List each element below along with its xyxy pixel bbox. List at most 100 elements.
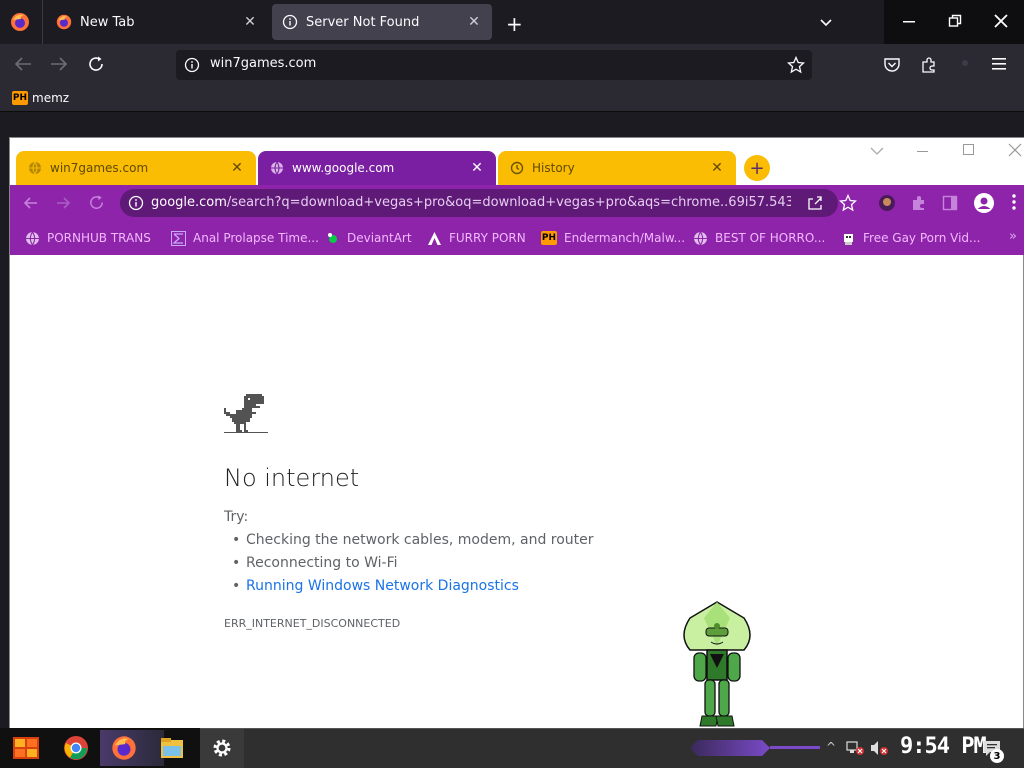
- firefox-tab-server-not-found[interactable]: Server Not Found ✕: [272, 4, 492, 40]
- extensions-puzzle-icon[interactable]: [920, 56, 938, 74]
- error-try-label: Try:: [224, 509, 249, 525]
- globe-icon: [270, 161, 284, 175]
- chrome-tab-win7games[interactable]: win7games.com ✕: [16, 151, 256, 185]
- taskbar-decoration-line: [770, 746, 820, 749]
- bookmark-label: DeviantArt: [347, 231, 412, 245]
- close-tab-icon[interactable]: ✕: [242, 14, 258, 30]
- network-disconnected-icon[interactable]: [846, 740, 864, 756]
- dino-icon[interactable]: [224, 392, 268, 436]
- taskbar-clock[interactable]: 9:54 PM: [900, 734, 987, 759]
- firefox-logo-icon: [56, 14, 72, 30]
- ph-badge: PH: [12, 91, 28, 105]
- url-host: google.com: [151, 195, 227, 210]
- globe-icon: [24, 230, 40, 246]
- profile-avatar-icon[interactable]: [973, 192, 995, 214]
- taskbar-settings-gear-icon[interactable]: [204, 732, 240, 764]
- bookmark-free-gay[interactable]: Free Gay Porn Vid...: [840, 229, 980, 247]
- account-avatar-icon[interactable]: [956, 57, 974, 73]
- sigma-icon: [170, 230, 186, 246]
- site-info-icon[interactable]: [128, 195, 144, 211]
- bot-icon: [840, 230, 856, 246]
- bookmarks-overflow-chevron-icon[interactable]: »: [1009, 229, 1017, 244]
- firefox-menu-icon[interactable]: [10, 12, 30, 32]
- list-all-tabs-chevron-icon[interactable]: [818, 14, 834, 30]
- tray-overflow-chevron-icon[interactable]: ^: [826, 740, 836, 754]
- close-tab-icon[interactable]: ✕: [470, 160, 484, 176]
- bookmark-endermanch[interactable]: PH Endermanch/Malw...: [541, 229, 685, 247]
- forward-arrow-icon[interactable]: [50, 56, 68, 72]
- new-tab-plus-icon[interactable]: +: [506, 12, 523, 36]
- chrome-new-tab-button[interactable]: +: [744, 155, 770, 181]
- chrome-reload-icon[interactable]: [88, 194, 105, 211]
- firefox-bookmarks-toolbar: [0, 86, 1024, 112]
- firefox-bookmark-memz[interactable]: PH memz: [12, 91, 69, 105]
- chrome-back-icon[interactable]: [22, 195, 38, 211]
- error-suggestion: Checking the network cables, modem, and …: [232, 532, 594, 548]
- chrome-minimize-icon[interactable]: [916, 146, 930, 156]
- deviantart-icon: [324, 230, 340, 246]
- tab-label: Server Not Found: [306, 14, 420, 30]
- bookmark-label: FURRY PORN: [449, 231, 526, 245]
- extensions-puzzle-icon[interactable]: [910, 194, 928, 212]
- pocket-icon[interactable]: [883, 56, 901, 74]
- firefox-url-text[interactable]: win7games.com: [210, 56, 316, 71]
- bookmark-anal-prolapse[interactable]: Anal Prolapse Time...: [170, 229, 319, 247]
- tab-label: New Tab: [80, 14, 135, 30]
- bookmark-best-of-horror[interactable]: BEST OF HORRO...: [692, 229, 825, 247]
- globe-icon: [692, 230, 708, 246]
- restore-icon[interactable]: [948, 14, 962, 28]
- triangle-logo-icon: [426, 230, 442, 246]
- firefox-tab-new-tab[interactable]: New Tab ✕: [46, 4, 268, 40]
- info-icon: [282, 14, 298, 30]
- globe-icon: [28, 161, 42, 175]
- bookmark-pornhub-trans[interactable]: PORNHUB TRANS: [24, 229, 151, 247]
- volume-muted-icon[interactable]: [870, 740, 888, 756]
- chrome-forward-icon[interactable]: [56, 195, 72, 211]
- tab-separator: [42, 0, 43, 44]
- minimize-icon[interactable]: [902, 14, 916, 28]
- close-window-icon[interactable]: [994, 14, 1008, 28]
- taskbar-chrome-icon[interactable]: [58, 732, 94, 764]
- bookmark-label: memz: [32, 91, 70, 105]
- taskbar-decoration: [690, 740, 770, 756]
- reload-icon[interactable]: [87, 55, 105, 73]
- error-title: No internet: [224, 464, 360, 492]
- bookmark-label: Anal Prolapse Time...: [193, 231, 319, 245]
- bookmark-star-icon[interactable]: [839, 194, 857, 212]
- close-tab-icon[interactable]: ✕: [230, 160, 244, 176]
- chrome-close-icon[interactable]: [1008, 143, 1022, 157]
- chrome-tab-history[interactable]: History ✕: [498, 151, 736, 185]
- chrome-url-text[interactable]: google.com/search?q=download+vegas+pro&o…: [151, 195, 791, 210]
- bookmark-star-icon[interactable]: [787, 56, 805, 74]
- bookmark-furry[interactable]: FURRY PORN: [426, 229, 526, 247]
- tab-label: History: [532, 161, 575, 175]
- chrome-maximize-icon[interactable]: [962, 143, 976, 157]
- network-diagnostics-link[interactable]: Running Windows Network Diagnostics: [246, 578, 519, 594]
- chrome-window: win7games.com ✕ www.google.com ✕ History…: [9, 137, 1024, 737]
- history-clock-icon: [510, 161, 524, 175]
- bookmark-label: PORNHUB TRANS: [47, 231, 151, 245]
- back-arrow-icon[interactable]: [14, 56, 32, 72]
- bookmark-label: Endermanch/Malw...: [564, 231, 686, 245]
- share-icon[interactable]: [807, 195, 823, 211]
- tab-label: www.google.com: [292, 161, 395, 175]
- site-info-icon[interactable]: [184, 57, 200, 73]
- error-suggestion-diagnostics: Running Windows Network Diagnostics: [232, 578, 519, 594]
- chrome-menu-kebab-icon[interactable]: [1011, 193, 1017, 211]
- close-tab-icon[interactable]: ✕: [710, 160, 724, 176]
- side-panel-icon[interactable]: [942, 195, 958, 211]
- error-code: ERR_INTERNET_DISCONNECTED: [224, 617, 401, 630]
- taskbar-firefox-icon[interactable]: [106, 732, 142, 764]
- ph-badge: PH: [541, 231, 557, 245]
- bookmark-label: BEST OF HORRO...: [715, 231, 826, 245]
- chrome-tab-google[interactable]: www.google.com ✕: [258, 151, 496, 185]
- hamburger-menu-icon[interactable]: [992, 57, 1008, 71]
- url-path: /search?q=download+vegas+pro&oq=download…: [226, 195, 791, 210]
- bookmark-deviantart[interactable]: DeviantArt: [324, 229, 412, 247]
- taskbar-file-explorer-icon[interactable]: [154, 732, 190, 764]
- start-button-icon[interactable]: [8, 732, 44, 764]
- bookmark-label: Free Gay Porn Vid...: [863, 231, 981, 245]
- extension-avatar-icon[interactable]: [878, 194, 896, 212]
- close-tab-icon[interactable]: ✕: [466, 14, 482, 30]
- chrome-tab-search-chevron-icon[interactable]: [870, 146, 884, 156]
